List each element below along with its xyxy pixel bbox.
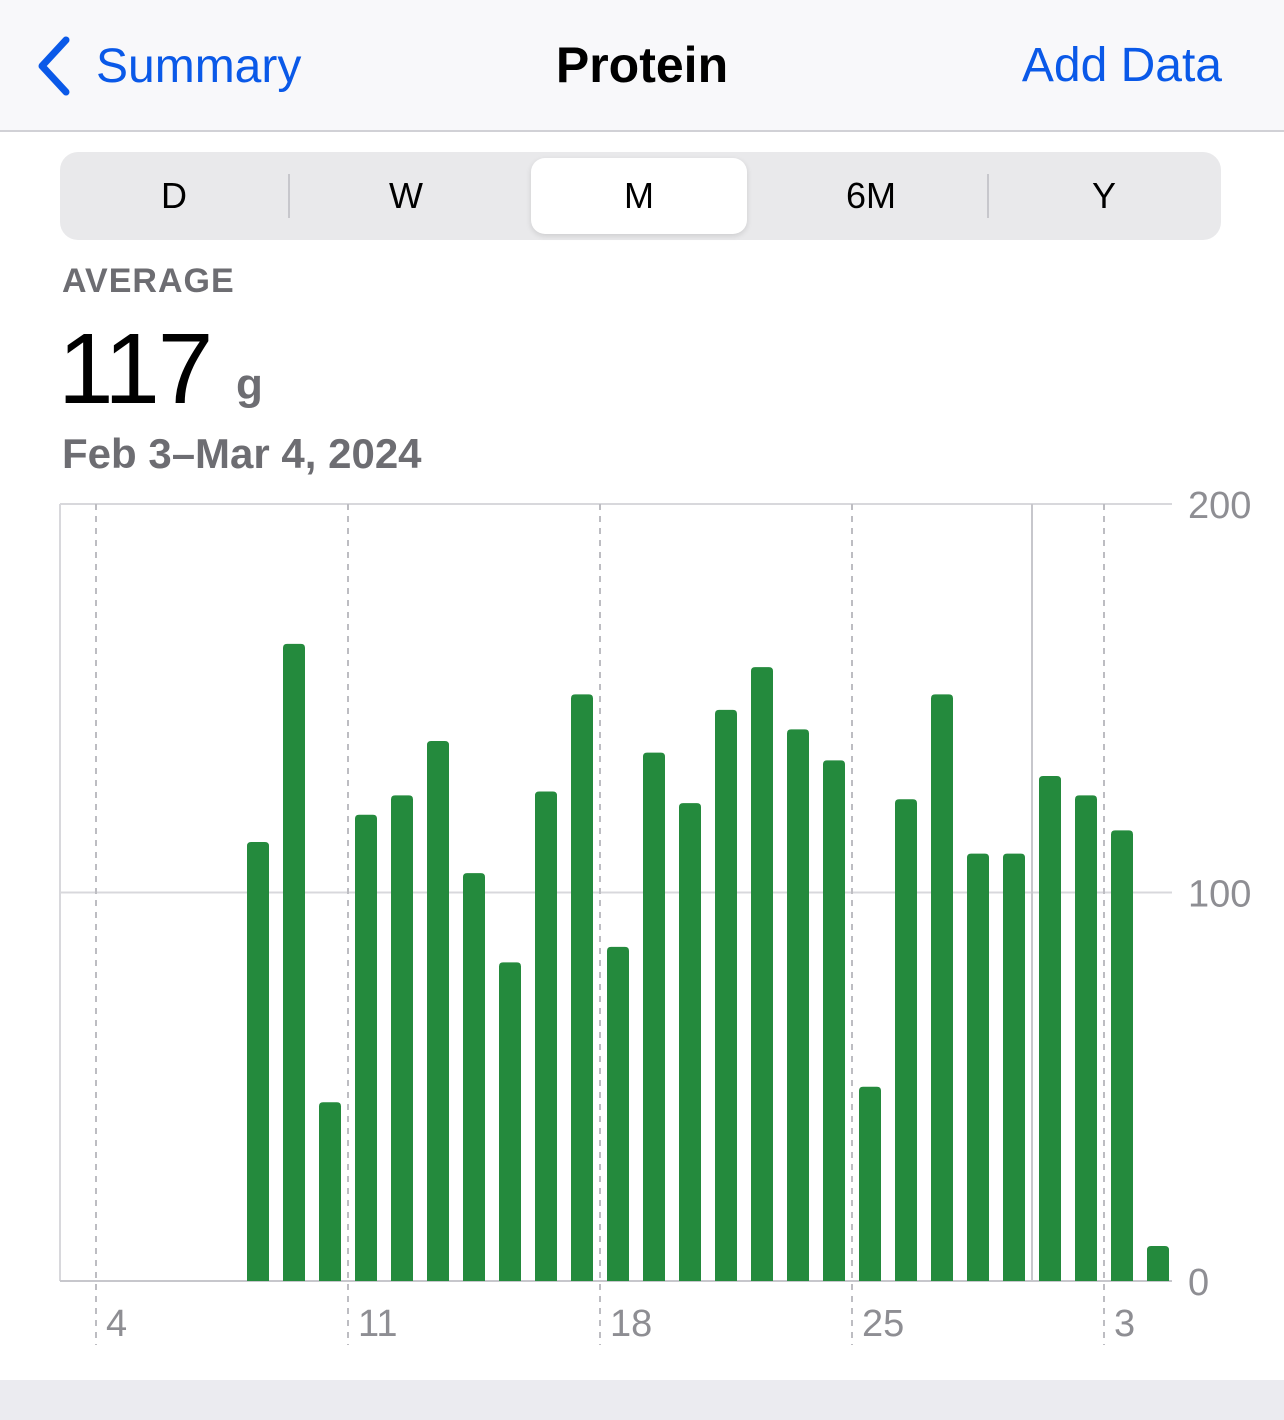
chart-bar <box>391 795 413 1281</box>
time-range-selector: D W M 6M Y <box>60 152 1221 240</box>
chart-bar <box>535 791 557 1281</box>
chart-bar <box>931 694 953 1281</box>
x-tick-label: 4 <box>106 1303 127 1345</box>
chart-bar <box>1003 853 1025 1281</box>
chart-bar <box>247 841 269 1281</box>
chart-bar <box>967 853 989 1281</box>
average-unit: g <box>236 360 263 409</box>
y-tick-label: 100 <box>1188 874 1251 916</box>
chart-bar <box>787 729 809 1281</box>
chart-bar <box>499 962 521 1281</box>
x-tick-label: 11 <box>358 1303 397 1345</box>
chart-bar <box>319 1102 341 1281</box>
x-tick-label: 3 <box>1114 1303 1135 1345</box>
chart-bar <box>1039 775 1061 1281</box>
segment-week[interactable]: W <box>298 158 514 234</box>
chart-bar <box>715 709 737 1281</box>
navigation-bar: Summary Protein Add Data <box>0 0 1284 132</box>
segment-divider <box>288 174 290 218</box>
chart-bar <box>571 694 593 1281</box>
chart-bar <box>859 1086 881 1281</box>
y-tick-label: 0 <box>1188 1262 1209 1304</box>
chart-bar <box>607 946 629 1281</box>
average-value: 117 <box>58 313 213 425</box>
chart-bar <box>895 799 917 1281</box>
chart-bar <box>823 760 845 1281</box>
segment-year[interactable]: Y <box>996 158 1212 234</box>
segment-divider <box>987 174 989 218</box>
x-tick-label: 18 <box>610 1303 652 1345</box>
y-tick-label: 200 <box>1188 490 1251 527</box>
x-tick-label: 25 <box>862 1303 904 1345</box>
segment-day[interactable]: D <box>66 158 282 234</box>
protein-bar-chart[interactable]: 0 100 200 4 11 18 25 3 <box>0 490 1284 1360</box>
date-range: Feb 3–Mar 4, 2024 <box>62 430 422 477</box>
chart-bar <box>679 803 701 1281</box>
chart-bar <box>1111 830 1133 1281</box>
chart-bar <box>355 814 377 1281</box>
chart-bar <box>751 667 773 1281</box>
chart-bar <box>1075 795 1097 1281</box>
average-label: AVERAGE <box>62 262 235 300</box>
segment-month[interactable]: M <box>531 158 747 234</box>
chart-bar <box>463 873 485 1281</box>
chart-bar <box>427 740 449 1281</box>
chart-bar <box>643 752 665 1281</box>
bottom-background <box>0 1380 1284 1420</box>
add-data-button[interactable]: Add Data <box>1022 38 1222 93</box>
chart-bar <box>1147 1246 1169 1281</box>
chart-bar <box>283 643 305 1281</box>
segment-six-months[interactable]: 6M <box>763 158 979 234</box>
